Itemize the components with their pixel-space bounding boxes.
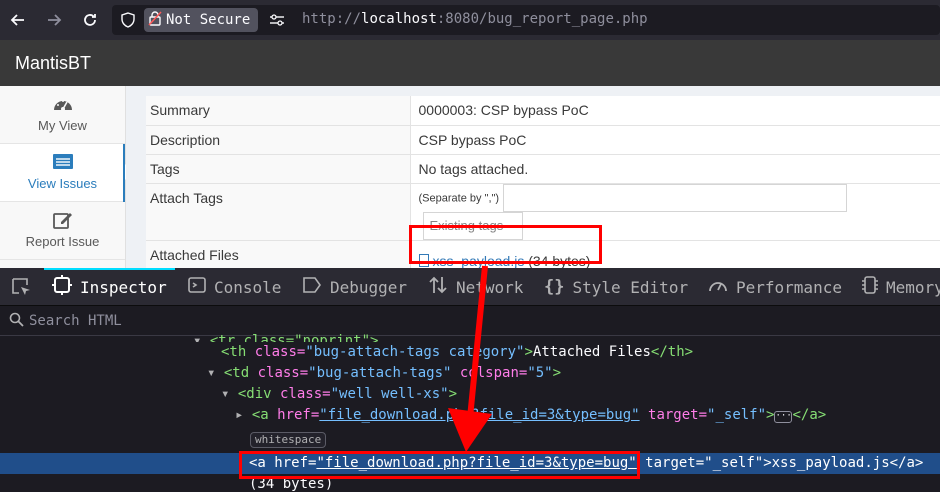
summary-label: Summary (146, 96, 411, 126)
tab-label: Console (214, 277, 282, 297)
performance-icon (708, 276, 728, 298)
description-value: CSP bypass PoC (410, 125, 940, 155)
sidebar-item-label: View Issues (27, 176, 98, 191)
tab-network[interactable]: Network (428, 268, 523, 306)
table-row: Summary 0000003: CSP bypass PoC (146, 96, 940, 126)
app-title[interactable]: MantisBT (15, 53, 91, 74)
sidebar-item-view-issues[interactable]: View Issues (0, 144, 133, 202)
highlight-box-anchor (239, 451, 640, 479)
lock-warning-icon (148, 10, 162, 30)
url-path: :8080/bug_report_page.php (436, 11, 648, 27)
list-icon (52, 152, 74, 172)
shield-icon[interactable] (120, 12, 136, 28)
tab-style-editor[interactable]: {} Style Editor (544, 268, 688, 306)
element-picker-icon[interactable] (10, 268, 32, 306)
tab-label: Debugger (330, 277, 408, 297)
tree-line-td[interactable]: ▾ <td class="bug-attach-tags" colspan="5… (207, 363, 561, 384)
style-editor-icon: {} (544, 277, 565, 297)
table-row: Tags No tags attached. (146, 154, 940, 184)
tab-inspector[interactable]: Inspector (44, 268, 175, 306)
sidebar-item-my-view[interactable]: My View (0, 86, 125, 144)
search-placeholder: Search HTML (29, 313, 122, 329)
tags-value: No tags attached. (410, 154, 940, 184)
search-icon (9, 312, 24, 331)
url-host: localhost (361, 11, 437, 27)
tab-performance[interactable]: Performance (708, 268, 842, 306)
whitespace-badge: whitespace (250, 432, 327, 448)
debugger-icon (302, 276, 322, 298)
url-text[interactable]: http://localhost:8080/bug_report_page.ph… (302, 11, 648, 27)
reload-icon[interactable] (77, 7, 103, 33)
devtools-tabs: Inspector Console Debugger Network {} St… (0, 268, 940, 306)
active-indicator (123, 144, 125, 202)
permissions-icon[interactable] (264, 8, 290, 32)
table-row: Description CSP bypass PoC (146, 125, 940, 155)
tab-label: Inspector (80, 277, 167, 297)
html-search[interactable]: Search HTML (0, 306, 940, 336)
tab-label: Network (456, 277, 524, 297)
tags-label: Tags (146, 154, 411, 184)
tab-label: Performance (736, 277, 842, 297)
memory-icon (862, 275, 878, 299)
summary-value: 0000003: CSP bypass PoC (410, 96, 940, 126)
forward-arrow-icon[interactable] (41, 7, 67, 33)
tab-memory[interactable]: Memory (862, 268, 940, 306)
highlight-box-file (409, 225, 602, 264)
tree-line-div[interactable]: ▾ <div class="well well-xs"> (221, 384, 457, 405)
dashboard-icon (52, 94, 74, 114)
tree-line-th[interactable]: <th class="bug-attach-tags category">Att… (221, 342, 693, 363)
app-header: MantisBT (0, 40, 940, 86)
console-icon (188, 276, 206, 298)
sidebar-item-label: My View (38, 118, 87, 133)
network-icon (428, 275, 448, 299)
description-label: Description (146, 125, 411, 155)
back-arrow-icon[interactable] (5, 7, 31, 33)
sidebar: My View View Issues Report Issue (0, 86, 133, 268)
separator-hint: (Separate by ",") (418, 192, 500, 205)
attach-tags-label: Attach Tags (146, 183, 411, 241)
tree-line-anchor-collapsed[interactable]: ▸ <a href="file_download.php?file_id=3&t… (235, 405, 826, 426)
tab-label: Memory (886, 277, 940, 297)
sidebar-item-report-issue[interactable]: Report Issue (0, 202, 125, 260)
security-chip-label: Not Secure (166, 12, 251, 28)
edit-icon (52, 210, 74, 230)
tab-console[interactable]: Console (188, 268, 281, 306)
collapsed-ellipsis-icon[interactable]: ··· (774, 411, 793, 423)
tab-label: Style Editor (572, 277, 689, 297)
inspector-icon (52, 275, 72, 299)
tab-debugger[interactable]: Debugger (302, 268, 407, 306)
url-bar[interactable]: Not Secure http://localhost:8080/bug_rep… (112, 5, 940, 35)
tag-input[interactable] (503, 183, 848, 212)
browser-toolbar: Not Secure http://localhost:8080/bug_rep… (0, 0, 940, 40)
tree-line-tr[interactable]: ▾ <tr class="noprint"> (193, 331, 378, 342)
sidebar-item-label: Report Issue (25, 234, 100, 249)
url-prefix: http:// (302, 11, 362, 27)
